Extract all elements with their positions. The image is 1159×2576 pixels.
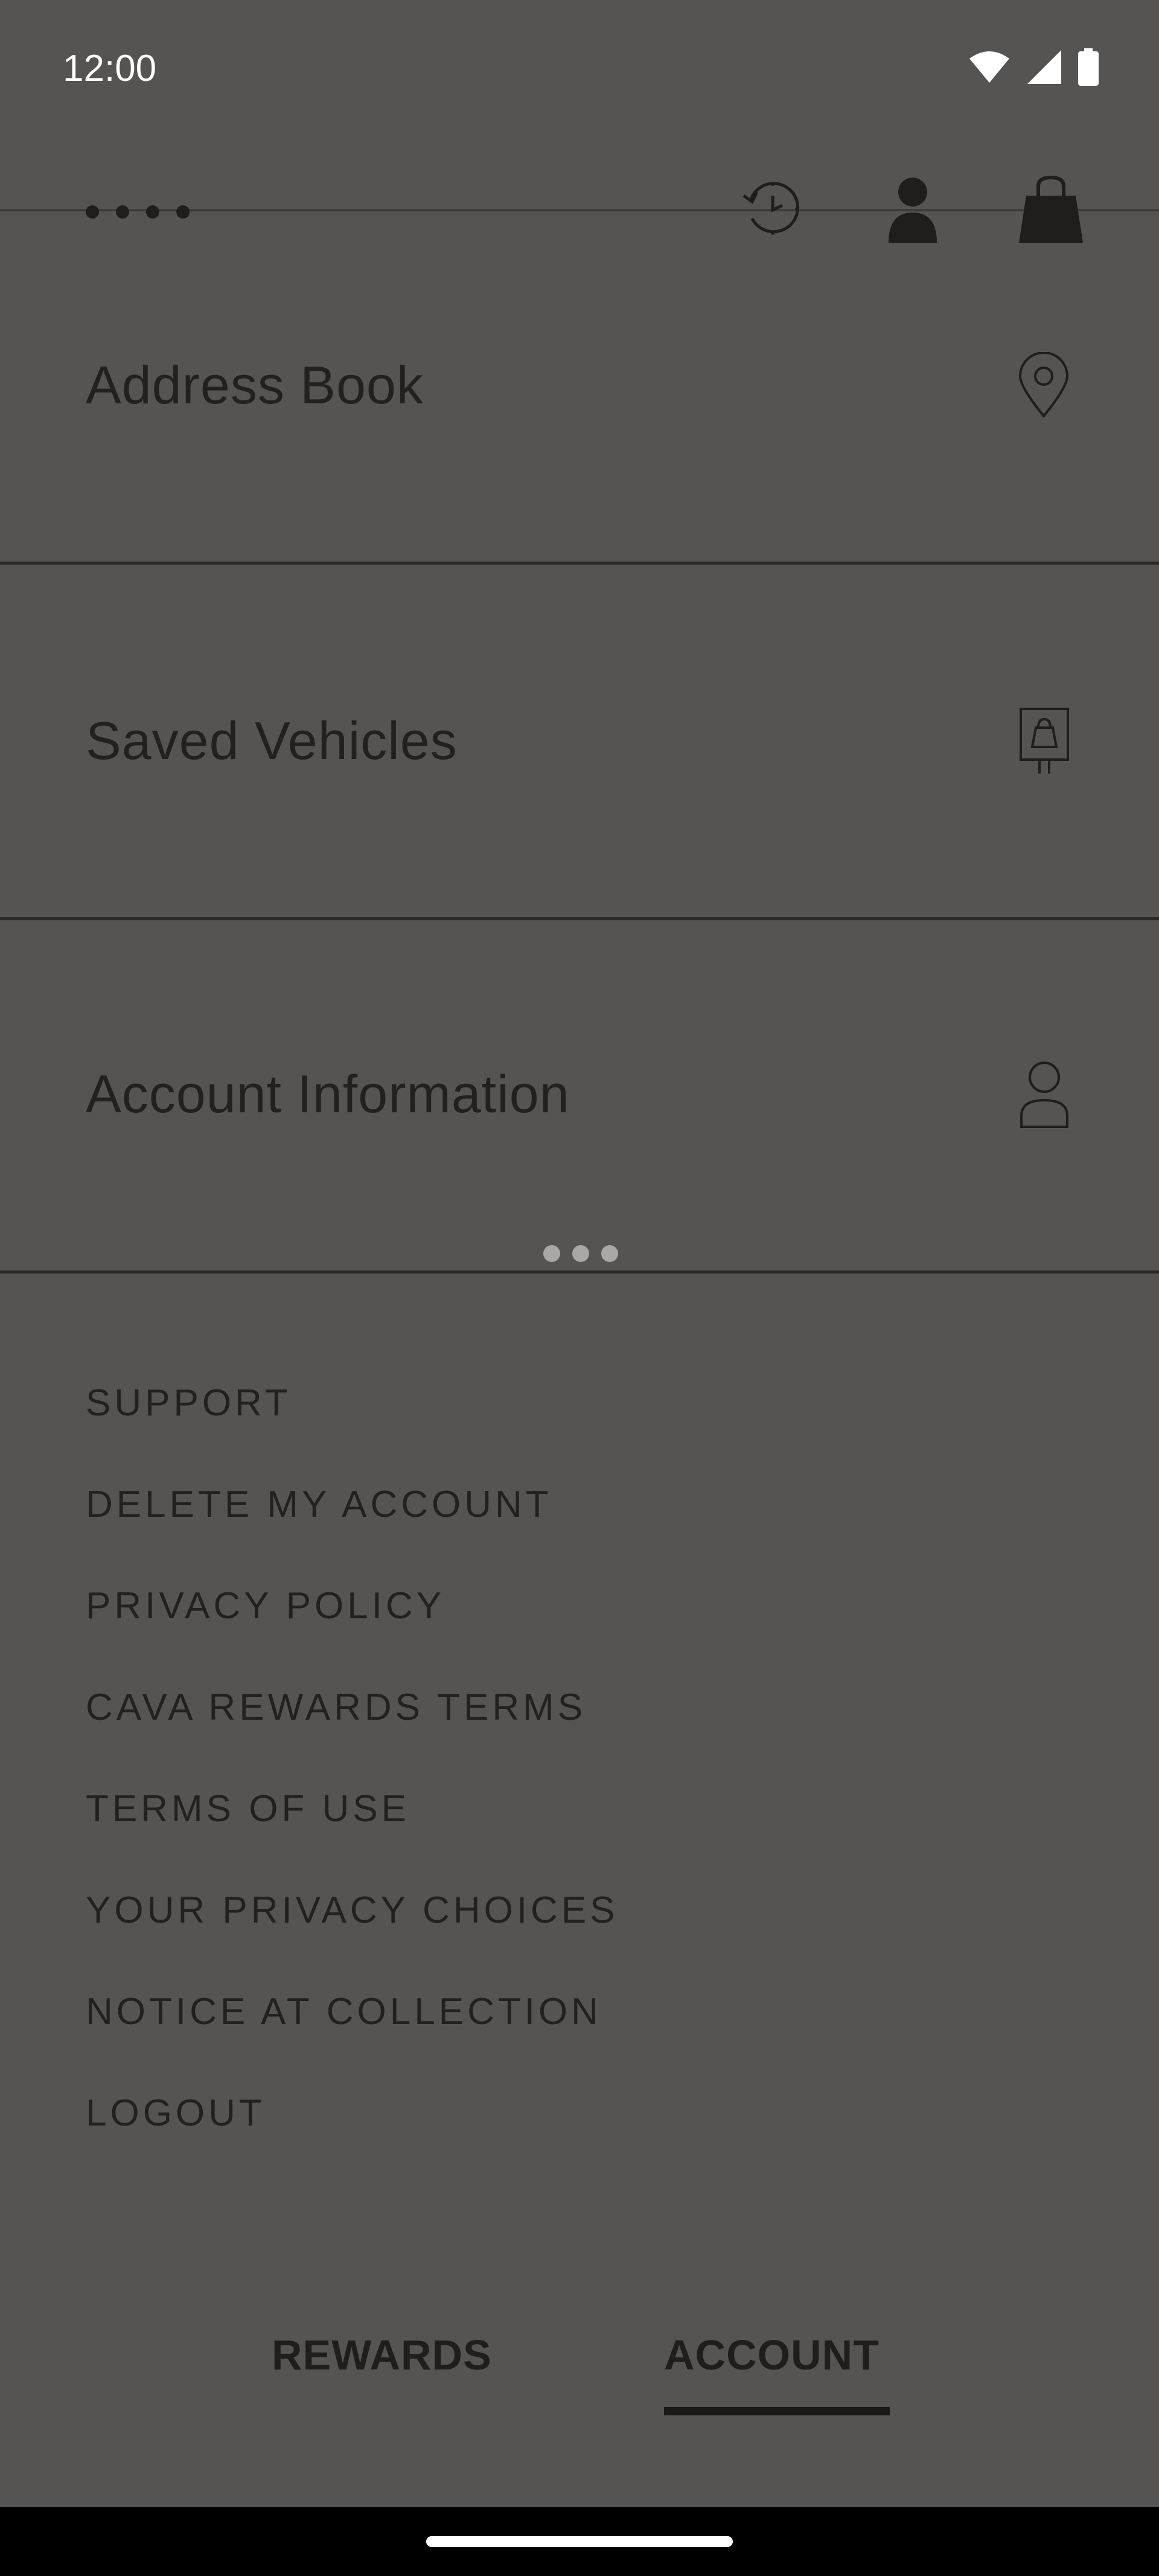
menu-item-saved-vehicles[interactable]: Saved Vehicles	[0, 565, 1159, 920]
loading-dot	[543, 1245, 560, 1262]
link-terms-of-use[interactable]: TERMS OF USE	[86, 1784, 619, 1885]
home-gesture-handle[interactable]	[426, 2536, 733, 2547]
link-logout[interactable]: LOGOUT	[86, 2088, 619, 2190]
tab-account[interactable]: ACCOUNT	[664, 2331, 880, 2379]
signal-icon	[1027, 50, 1061, 84]
link-privacy-choices[interactable]: YOUR PRIVACY CHOICES	[86, 1885, 619, 1987]
menu-item-label: Saved Vehicles	[86, 711, 458, 771]
battery-icon	[1078, 48, 1099, 86]
status-bar: 12:00	[0, 0, 1159, 139]
menu-item-address-book[interactable]: Address Book	[0, 209, 1159, 565]
menu-item-label: Address Book	[86, 355, 424, 415]
link-rewards-terms[interactable]: CAVA REWARDS TERMS	[86, 1682, 619, 1784]
wifi-icon	[969, 51, 1009, 83]
vehicle-sign-icon	[1020, 708, 1069, 774]
link-privacy-policy[interactable]: PRIVACY POLICY	[86, 1581, 619, 1682]
loading-dot	[572, 1245, 589, 1262]
link-support[interactable]: SUPPORT	[86, 1378, 619, 1479]
tab-rewards[interactable]: REWARDS	[272, 2331, 492, 2379]
status-time: 12:00	[63, 48, 157, 89]
location-pin-icon	[1018, 352, 1069, 418]
loading-dot	[601, 1245, 618, 1262]
link-delete-account[interactable]: DELETE MY ACCOUNT	[86, 1479, 619, 1581]
menu-item-account-information[interactable]: Account Information	[0, 918, 1159, 1274]
link-notice-at-collection[interactable]: NOTICE AT COLLECTION	[86, 1987, 619, 2088]
menu-item-label: Account Information	[86, 1064, 570, 1124]
footer-links: SUPPORT DELETE MY ACCOUNT PRIVACY POLICY…	[86, 1378, 619, 2190]
status-icons	[968, 48, 1099, 86]
person-outline-icon	[1020, 1062, 1068, 1128]
active-tab-indicator	[664, 2407, 890, 2415]
loading-indicator	[543, 1245, 618, 1262]
